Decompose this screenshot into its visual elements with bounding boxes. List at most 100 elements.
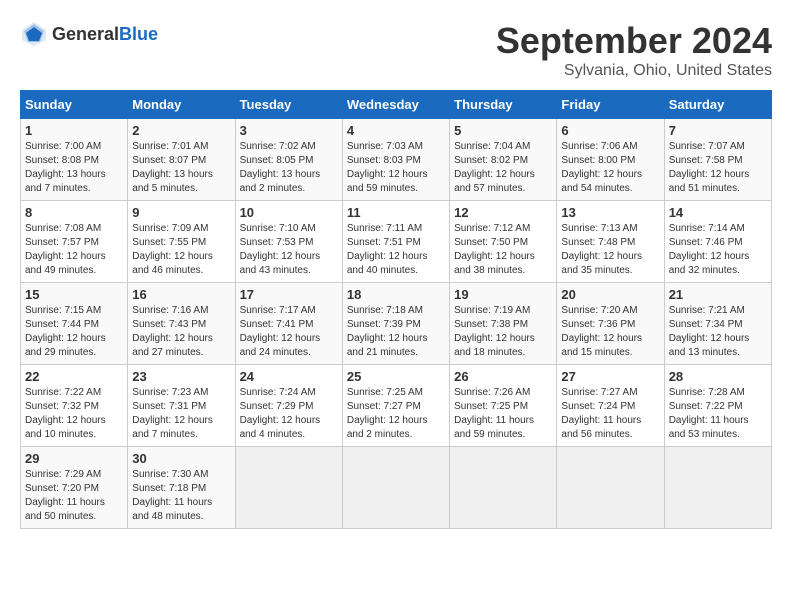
calendar-day-cell — [664, 447, 771, 529]
day-info: Sunrise: 7:22 AMSunset: 7:32 PMDaylight:… — [25, 386, 123, 442]
calendar-day-cell: 25Sunrise: 7:25 AMSunset: 7:27 PMDayligh… — [342, 365, 449, 447]
day-number: 12 — [454, 205, 552, 220]
calendar-day-cell: 19 Sunrise: 7:19 AMSunset: 7:38 PMDayligh… — [450, 283, 557, 365]
day-number: 30 — [132, 451, 230, 466]
day-number: 22 — [25, 369, 123, 384]
calendar-day-cell — [342, 447, 449, 529]
day-number: 14 — [669, 205, 767, 220]
calendar-day-cell: 17 Sunrise: 7:17 AMSunset: 7:41 PMDayligh… — [235, 283, 342, 365]
day-number: 28 — [669, 369, 767, 384]
day-info: Sunrise: 7:18 AMSunset: 7:39 PMDaylight:… — [347, 304, 445, 360]
calendar-day-cell: 2 Sunrise: 7:01 AMSunset: 8:07 PMDaylight… — [128, 119, 235, 201]
calendar-day-cell: 23Sunrise: 7:23 AMSunset: 7:31 PMDayligh… — [128, 365, 235, 447]
month-title: September 2024 — [496, 20, 772, 62]
day-number: 13 — [561, 205, 659, 220]
calendar-day-cell — [557, 447, 664, 529]
day-number: 7 — [669, 123, 767, 138]
calendar-day-cell: 4 Sunrise: 7:03 AMSunset: 8:03 PMDaylight… — [342, 119, 449, 201]
day-info: Sunrise: 7:15 AMSunset: 7:44 PMDaylight:… — [25, 304, 123, 360]
day-number: 4 — [347, 123, 445, 138]
day-number: 23 — [132, 369, 230, 384]
day-number: 19 — [454, 287, 552, 302]
day-info: Sunrise: 7:10 AMSunset: 7:53 PMDaylight:… — [240, 222, 338, 278]
day-info: Sunrise: 7:26 AMSunset: 7:25 PMDaylight:… — [454, 386, 552, 442]
day-number: 24 — [240, 369, 338, 384]
day-number: 2 — [132, 123, 230, 138]
calendar-day-cell: 10Sunrise: 7:10 AMSunset: 7:53 PMDayligh… — [235, 201, 342, 283]
calendar-day-cell: 9 Sunrise: 7:09 AMSunset: 7:55 PMDaylight… — [128, 201, 235, 283]
logo-general: General — [52, 24, 119, 44]
day-info: Sunrise: 7:11 AMSunset: 7:51 PMDaylight:… — [347, 222, 445, 278]
calendar-day-cell — [235, 447, 342, 529]
day-info: Sunrise: 7:04 AMSunset: 8:02 PMDaylight:… — [454, 140, 552, 196]
calendar-day-cell: 20 Sunrise: 7:20 AMSunset: 7:36 PMDayligh… — [557, 283, 664, 365]
day-info: Sunrise: 7:27 AMSunset: 7:24 PMDaylight:… — [561, 386, 659, 442]
weekday-header-cell: Wednesday — [342, 91, 449, 119]
calendar-day-cell: 1Sunrise: 7:00 AMSunset: 8:08 PMDaylight… — [21, 119, 128, 201]
day-info: Sunrise: 7:08 AMSunset: 7:57 PMDaylight:… — [25, 222, 123, 278]
day-number: 25 — [347, 369, 445, 384]
calendar-week-row: 15 Sunrise: 7:15 AMSunset: 7:44 PMDayligh… — [21, 283, 772, 365]
day-number: 8 — [25, 205, 123, 220]
calendar-day-cell: 22 Sunrise: 7:22 AMSunset: 7:32 PMDayligh… — [21, 365, 128, 447]
day-info: Sunrise: 7:30 AMSunset: 7:18 PMDaylight:… — [132, 468, 230, 524]
calendar-day-cell: 14 Sunrise: 7:14 AMSunset: 7:46 PMDayligh… — [664, 201, 771, 283]
day-number: 6 — [561, 123, 659, 138]
day-number: 26 — [454, 369, 552, 384]
day-number: 18 — [347, 287, 445, 302]
day-info: Sunrise: 7:29 AMSunset: 7:20 PMDaylight:… — [25, 468, 123, 524]
day-info: Sunrise: 7:14 AMSunset: 7:46 PMDaylight:… — [669, 222, 767, 278]
day-info: Sunrise: 7:00 AMSunset: 8:08 PMDaylight:… — [25, 140, 123, 196]
calendar-table: SundayMondayTuesdayWednesdayThursdayFrid… — [20, 90, 772, 529]
weekday-header-cell: Monday — [128, 91, 235, 119]
calendar-day-cell: 11 Sunrise: 7:11 AMSunset: 7:51 PMDayligh… — [342, 201, 449, 283]
day-info: Sunrise: 7:20 AMSunset: 7:36 PMDaylight:… — [561, 304, 659, 360]
calendar-day-cell: 15 Sunrise: 7:15 AMSunset: 7:44 PMDayligh… — [21, 283, 128, 365]
day-number: 9 — [132, 205, 230, 220]
calendar-week-row: 1Sunrise: 7:00 AMSunset: 8:08 PMDaylight… — [21, 119, 772, 201]
page-header: GeneralBlue September 2024 Sylvania, Ohi… — [20, 20, 772, 80]
calendar-week-row: 22 Sunrise: 7:22 AMSunset: 7:32 PMDayligh… — [21, 365, 772, 447]
day-info: Sunrise: 7:21 AMSunset: 7:34 PMDaylight:… — [669, 304, 767, 360]
day-info: Sunrise: 7:07 AMSunset: 7:58 PMDaylight:… — [669, 140, 767, 196]
day-info: Sunrise: 7:19 AMSunset: 7:38 PMDaylight:… — [454, 304, 552, 360]
calendar-day-cell: 12Sunrise: 7:12 AMSunset: 7:50 PMDayligh… — [450, 201, 557, 283]
calendar-day-cell: 28 Sunrise: 7:28 AMSunset: 7:22 PMDayligh… — [664, 365, 771, 447]
day-info: Sunrise: 7:02 AMSunset: 8:05 PMDaylight:… — [240, 140, 338, 196]
calendar-day-cell: 6 Sunrise: 7:06 AMSunset: 8:00 PMDaylight… — [557, 119, 664, 201]
calendar-week-row: 8 Sunrise: 7:08 AMSunset: 7:57 PMDaylight… — [21, 201, 772, 283]
calendar-day-cell: 5 Sunrise: 7:04 AMSunset: 8:02 PMDaylight… — [450, 119, 557, 201]
calendar-day-cell: 21 Sunrise: 7:21 AMSunset: 7:34 PMDayligh… — [664, 283, 771, 365]
logo-blue: Blue — [119, 24, 158, 44]
day-info: Sunrise: 7:13 AMSunset: 7:48 PMDaylight:… — [561, 222, 659, 278]
day-number: 29 — [25, 451, 123, 466]
day-info: Sunrise: 7:01 AMSunset: 8:07 PMDaylight:… — [132, 140, 230, 196]
day-info: Sunrise: 7:28 AMSunset: 7:22 PMDaylight:… — [669, 386, 767, 442]
day-number: 17 — [240, 287, 338, 302]
calendar-day-cell: 7 Sunrise: 7:07 AMSunset: 7:58 PMDaylight… — [664, 119, 771, 201]
day-number: 3 — [240, 123, 338, 138]
day-info: Sunrise: 7:17 AMSunset: 7:41 PMDaylight:… — [240, 304, 338, 360]
weekday-header-cell: Thursday — [450, 91, 557, 119]
calendar-day-cell: 24Sunrise: 7:24 AMSunset: 7:29 PMDayligh… — [235, 365, 342, 447]
calendar-body: 1Sunrise: 7:00 AMSunset: 8:08 PMDaylight… — [21, 119, 772, 529]
day-number: 11 — [347, 205, 445, 220]
weekday-header-cell: Sunday — [21, 91, 128, 119]
day-info: Sunrise: 7:06 AMSunset: 8:00 PMDaylight:… — [561, 140, 659, 196]
calendar-day-cell: 30 Sunrise: 7:30 AMSunset: 7:18 PMDayligh… — [128, 447, 235, 529]
calendar-day-cell: 29 Sunrise: 7:29 AMSunset: 7:20 PMDayligh… — [21, 447, 128, 529]
day-number: 20 — [561, 287, 659, 302]
day-number: 15 — [25, 287, 123, 302]
day-number: 16 — [132, 287, 230, 302]
title-area: September 2024 Sylvania, Ohio, United St… — [496, 20, 772, 80]
logo-icon — [20, 20, 48, 48]
day-info: Sunrise: 7:03 AMSunset: 8:03 PMDaylight:… — [347, 140, 445, 196]
calendar-day-cell — [450, 447, 557, 529]
weekday-header: SundayMondayTuesdayWednesdayThursdayFrid… — [21, 91, 772, 119]
day-number: 5 — [454, 123, 552, 138]
calendar-week-row: 29 Sunrise: 7:29 AMSunset: 7:20 PMDayligh… — [21, 447, 772, 529]
day-number: 21 — [669, 287, 767, 302]
day-info: Sunrise: 7:09 AMSunset: 7:55 PMDaylight:… — [132, 222, 230, 278]
calendar-day-cell: 3 Sunrise: 7:02 AMSunset: 8:05 PMDaylight… — [235, 119, 342, 201]
logo: GeneralBlue — [20, 20, 158, 48]
